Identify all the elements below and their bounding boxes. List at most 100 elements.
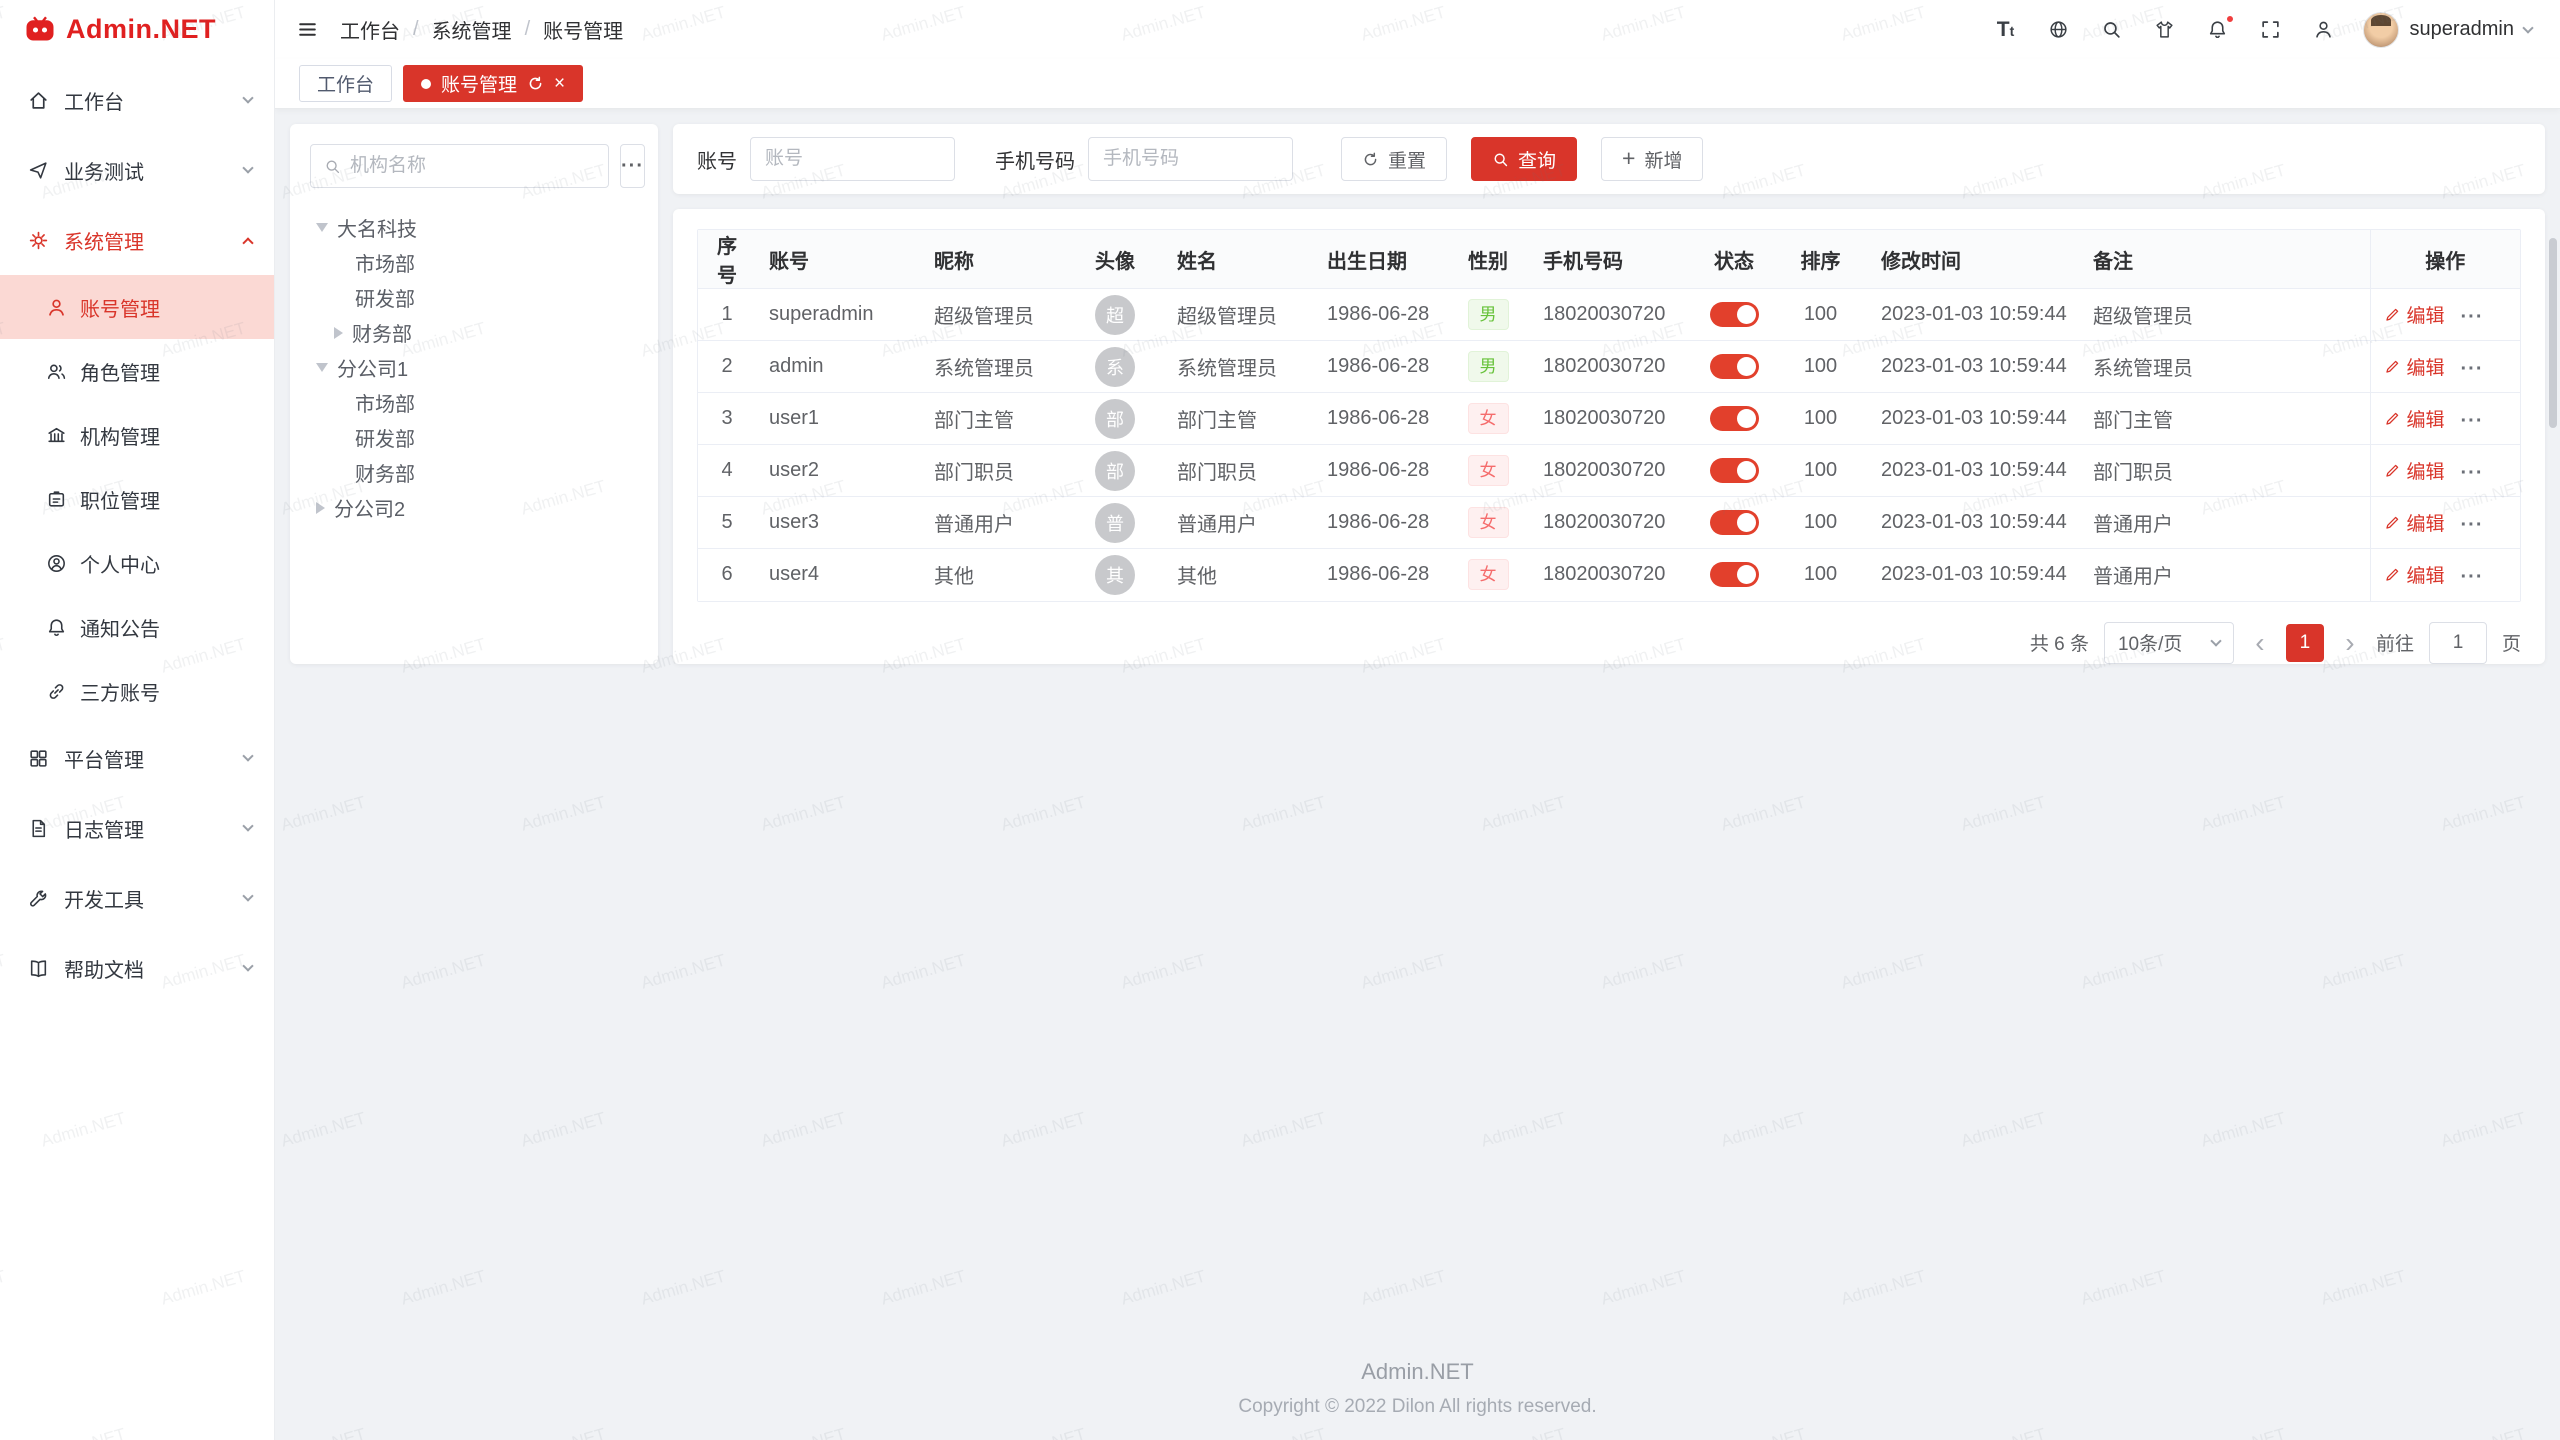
cell-nickname: 超级管理员 xyxy=(921,289,1066,341)
breadcrumb-item[interactable]: 工作台 xyxy=(340,15,400,44)
scrollbar-thumb[interactable] xyxy=(2549,238,2557,428)
sidebar-item-third-party[interactable]: 三方账号 xyxy=(0,659,274,723)
edit-button[interactable]: 编辑 xyxy=(2384,353,2445,380)
status-toggle[interactable] xyxy=(1710,302,1759,327)
sidebar-item-position-mgmt[interactable]: 职位管理 xyxy=(0,467,274,531)
org-search-input[interactable] xyxy=(350,155,595,177)
status-toggle[interactable] xyxy=(1710,406,1759,431)
logo[interactable]: Admin.NET xyxy=(0,0,274,59)
user-icon xyxy=(46,297,67,318)
caret-right-icon[interactable] xyxy=(316,502,325,514)
sidebar-item-workbench[interactable]: 工作台 xyxy=(0,65,274,135)
footer-copyright: Copyright © 2022 Dilon All rights reserv… xyxy=(275,1396,2560,1418)
edit-icon xyxy=(2384,410,2401,427)
theme-icon[interactable] xyxy=(2151,17,2177,43)
phone-filter-input[interactable] xyxy=(1088,137,1293,181)
reset-button[interactable]: 重置 xyxy=(1341,137,1447,181)
tree-node[interactable]: 市场部 xyxy=(310,245,638,280)
sidebar-item-business-test[interactable]: 业务测试 xyxy=(0,135,274,205)
row-avatar: 其 xyxy=(1095,555,1135,595)
tab-workbench[interactable]: 工作台 xyxy=(299,65,392,102)
globe-icon[interactable] xyxy=(2045,17,2071,43)
gender-badge: 女 xyxy=(1468,507,1509,538)
notification-icon[interactable] xyxy=(2204,17,2230,43)
more-button[interactable]: ··· xyxy=(2461,514,2484,536)
close-icon[interactable]: × xyxy=(554,74,565,93)
status-toggle[interactable] xyxy=(1710,354,1759,379)
tree-node[interactable]: 分公司1 xyxy=(310,350,638,385)
more-button[interactable]: ··· xyxy=(2461,410,2484,432)
cell-index: 1 xyxy=(698,289,756,341)
sidebar-item-label: 角色管理 xyxy=(80,357,160,386)
profile-icon[interactable] xyxy=(2310,17,2336,43)
sidebar-item-logs[interactable]: 日志管理 xyxy=(0,793,274,863)
tree-node[interactable]: 市场部 xyxy=(310,385,638,420)
hamburger-icon[interactable] xyxy=(297,19,318,40)
sidebar-item-personal-center[interactable]: 个人中心 xyxy=(0,531,274,595)
sidebar-item-role-mgmt[interactable]: 角色管理 xyxy=(0,339,274,403)
account-filter-input[interactable] xyxy=(750,137,955,181)
status-toggle[interactable] xyxy=(1710,562,1759,587)
tab-bar: 工作台 账号管理 × xyxy=(275,59,2560,109)
sidebar-item-platform[interactable]: 平台管理 xyxy=(0,723,274,793)
sidebar-item-system[interactable]: 系统管理 xyxy=(0,205,274,275)
goto-page-input[interactable] xyxy=(2429,622,2487,664)
more-button[interactable]: ··· xyxy=(2461,566,2484,588)
cell-birthdate: 1986-06-28 xyxy=(1314,497,1446,549)
tab-account-mgmt[interactable]: 账号管理 × xyxy=(403,65,583,102)
tree-node[interactable]: 财务部 xyxy=(310,455,638,490)
status-toggle[interactable] xyxy=(1710,458,1759,483)
tree-node[interactable]: 财务部 xyxy=(310,315,638,350)
chevron-down-icon xyxy=(242,750,253,761)
edit-label: 编辑 xyxy=(2407,405,2445,432)
cell-order: 100 xyxy=(1773,341,1868,393)
sidebar-item-devtools[interactable]: 开发工具 xyxy=(0,863,274,933)
search-button[interactable]: 查询 xyxy=(1471,137,1577,181)
font-size-icon[interactable]: Tt xyxy=(1992,17,2018,43)
tree-node[interactable]: 分公司2 xyxy=(310,490,638,525)
breadcrumb-item[interactable]: 系统管理 xyxy=(432,15,512,44)
sidebar-item-help-docs[interactable]: 帮助文档 xyxy=(0,933,274,1003)
more-button[interactable]: ··· xyxy=(2461,306,2484,328)
chevron-down-icon xyxy=(2522,22,2533,33)
caret-right-icon[interactable] xyxy=(334,327,343,339)
edit-button[interactable]: 编辑 xyxy=(2384,457,2445,484)
page-number-current[interactable]: 1 xyxy=(2286,624,2324,662)
edit-button[interactable]: 编辑 xyxy=(2384,405,2445,432)
home-icon xyxy=(28,90,49,111)
cell-nickname: 部门职员 xyxy=(921,445,1066,497)
sidebar-item-label: 开发工具 xyxy=(64,884,229,913)
content-area: ··· 大名科技 市场部 研发部 财务部 分公司1 市场部 研发部 财务部 分公… xyxy=(275,109,2560,1440)
sidebar-item-account-mgmt[interactable]: 账号管理 xyxy=(0,275,274,339)
tree-node[interactable]: 大名科技 xyxy=(310,210,638,245)
edit-icon xyxy=(2384,514,2401,531)
cell-birthdate: 1986-06-28 xyxy=(1314,445,1446,497)
fullscreen-icon[interactable] xyxy=(2257,17,2283,43)
tree-node[interactable]: 研发部 xyxy=(310,280,638,315)
cell-account: user4 xyxy=(756,549,921,601)
refresh-icon[interactable] xyxy=(527,75,544,92)
edit-button[interactable]: 编辑 xyxy=(2384,301,2445,328)
status-toggle[interactable] xyxy=(1710,510,1759,535)
pagination: 共 6 条 10条/页 ‹ 1 › 前往 页 xyxy=(697,622,2521,664)
prev-page-button[interactable]: ‹ xyxy=(2249,629,2271,657)
search-icon[interactable] xyxy=(2098,17,2124,43)
col-header: 姓名 xyxy=(1164,230,1314,289)
edit-button[interactable]: 编辑 xyxy=(2384,509,2445,536)
sidebar-item-notice[interactable]: 通知公告 xyxy=(0,595,274,659)
more-button[interactable]: ··· xyxy=(2461,462,2484,484)
add-button[interactable]: + 新增 xyxy=(1601,137,1703,181)
tree-more-button[interactable]: ··· xyxy=(620,144,645,188)
page-size-select[interactable]: 10条/页 xyxy=(2104,622,2234,664)
user-menu[interactable]: superadmin xyxy=(2363,12,2532,48)
caret-down-icon[interactable] xyxy=(316,363,328,372)
sidebar-item-org-mgmt[interactable]: 机构管理 xyxy=(0,403,274,467)
sidebar-item-label: 系统管理 xyxy=(64,226,229,255)
cell-birthdate: 1986-06-28 xyxy=(1314,549,1446,601)
edit-button[interactable]: 编辑 xyxy=(2384,561,2445,588)
next-page-button[interactable]: › xyxy=(2339,629,2361,657)
caret-down-icon[interactable] xyxy=(316,223,328,232)
more-button[interactable]: ··· xyxy=(2461,358,2484,380)
tree-node[interactable]: 研发部 xyxy=(310,420,638,455)
cell-index: 6 xyxy=(698,549,756,601)
